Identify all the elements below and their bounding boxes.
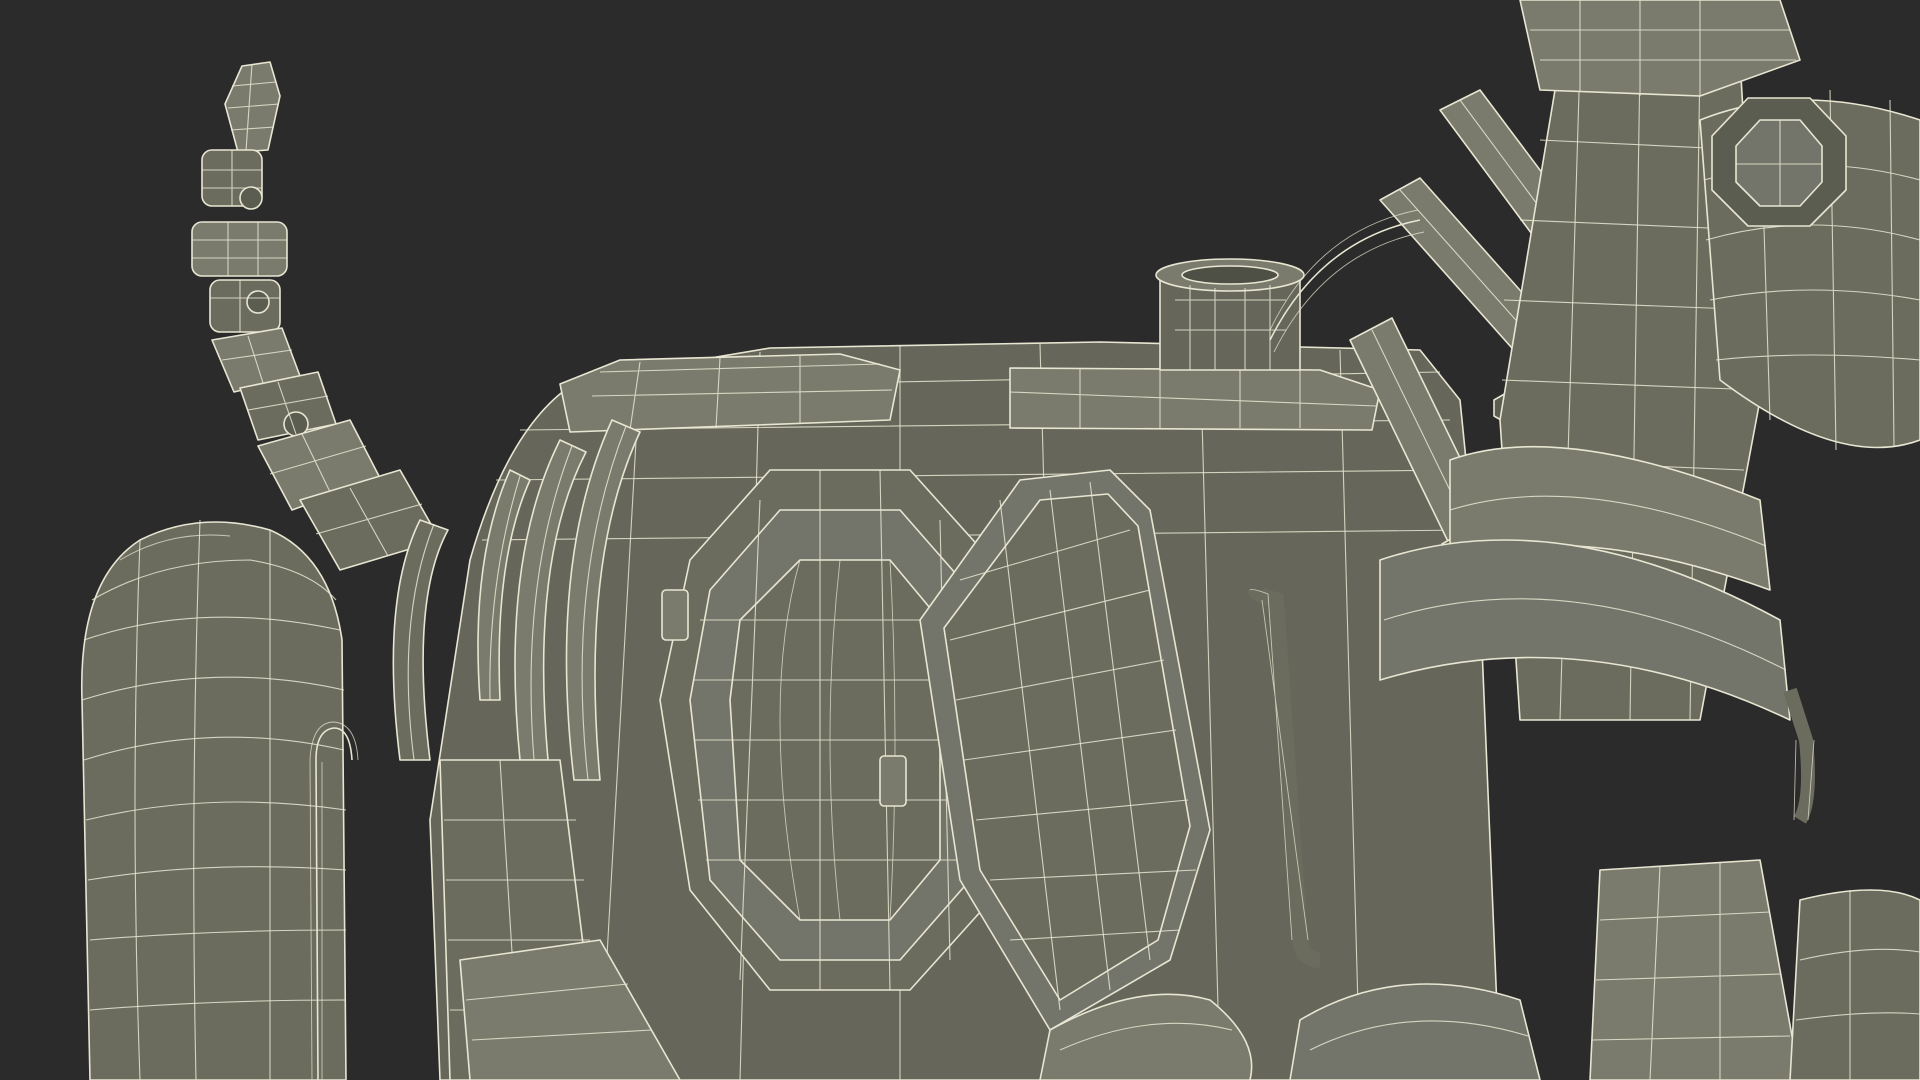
robot-tail (191, 61, 441, 571)
wireframe-render (80, 0, 1920, 1080)
rear-leg (80, 519, 359, 1080)
3d-viewport[interactable] (0, 0, 1920, 1080)
top-port (1155, 258, 1305, 371)
